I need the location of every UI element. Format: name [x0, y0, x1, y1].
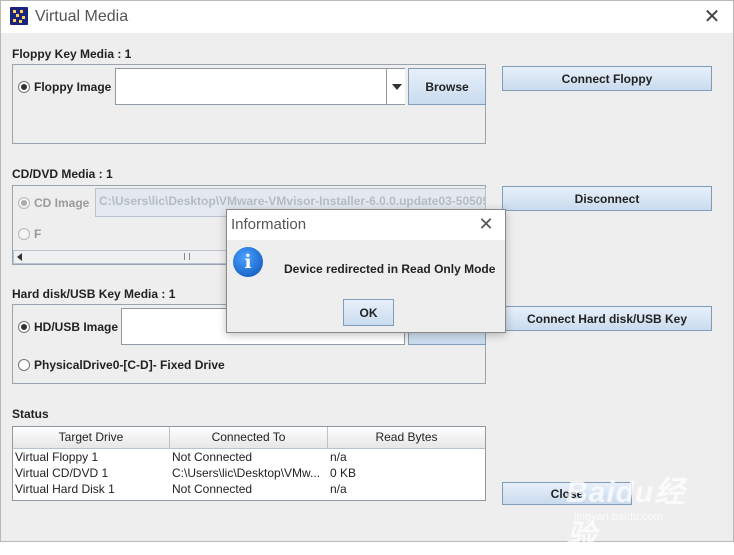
floppy-image-label: Floppy Image — [34, 80, 112, 94]
close-button[interactable]: Close — [502, 482, 632, 505]
scroll-left-arrow-icon[interactable] — [17, 253, 22, 261]
table-row-cell: Virtual CD/DVD 1 — [15, 466, 109, 480]
dialog-title-bar: Information ✕ — [227, 210, 505, 240]
dialog-message: Device redirected in Read Only Mode — [284, 262, 496, 276]
column-header-target-drive[interactable]: Target Drive — [13, 427, 170, 449]
floppy-image-radio[interactable] — [18, 81, 30, 93]
virtual-media-window: Virtual Media ✕ Floppy Key Media : 1 Flo… — [0, 0, 734, 553]
connect-floppy-button[interactable]: Connect Floppy — [502, 66, 712, 91]
information-dialog: Information ✕ i Device redirected in Rea… — [226, 209, 506, 333]
cd-image-radio[interactable] — [18, 197, 30, 209]
table-row-cell: Virtual Floppy 1 — [15, 450, 99, 464]
harddisk-section-label: Hard disk/USB Key Media : 1 — [12, 287, 176, 301]
dialog-title: Information — [231, 216, 307, 233]
column-header-connected-to[interactable]: Connected To — [170, 427, 328, 449]
cd-image-label: CD Image — [34, 196, 90, 210]
floppy-panel: Floppy Image Browse — [12, 64, 486, 144]
scroll-thumb[interactable] — [184, 253, 190, 260]
chevron-down-icon[interactable] — [386, 69, 405, 104]
table-row-cell: Not Connected — [172, 482, 253, 496]
second-drive-radio[interactable] — [18, 228, 30, 240]
info-icon: i — [233, 247, 263, 277]
hdusb-image-label: HD/USB Image — [34, 320, 119, 334]
floppy-section-label: Floppy Key Media : 1 — [12, 47, 132, 61]
second-drive-label: F — [34, 227, 42, 241]
floppy-image-combo[interactable] — [115, 68, 405, 105]
disconnect-button[interactable]: Disconnect — [502, 186, 712, 211]
table-row-cell: Not Connected — [172, 450, 253, 464]
physical-drive-label: PhysicalDrive0-[C-D]- Fixed Drive — [34, 358, 225, 372]
table-row-cell: n/a — [330, 482, 347, 496]
dialog-close-button[interactable]: ✕ — [476, 214, 496, 234]
connect-harddisk-button[interactable]: Connect Hard disk/USB Key — [502, 306, 712, 331]
ok-button[interactable]: OK — [343, 299, 394, 326]
close-icon: ✕ — [703, 6, 721, 28]
column-header-read-bytes[interactable]: Read Bytes — [328, 427, 485, 449]
title-bar: Virtual Media ✕ — [1, 1, 733, 33]
table-row-cell: 0 KB — [330, 466, 357, 480]
hdusb-image-radio[interactable] — [18, 321, 30, 333]
window-close-button[interactable]: ✕ — [701, 6, 723, 28]
physical-drive-radio[interactable] — [18, 359, 30, 371]
watermark-url: jingyan.baidu.com — [574, 511, 663, 523]
cdvd-section-label: CD/DVD Media : 1 — [12, 167, 113, 181]
close-icon: ✕ — [478, 214, 494, 234]
status-table: Target Drive Connected To Read Bytes Vir… — [12, 426, 486, 501]
app-logo-icon — [10, 7, 28, 25]
table-row-cell: n/a — [330, 450, 347, 464]
browse-button[interactable]: Browse — [408, 68, 486, 105]
status-section-label: Status — [12, 407, 49, 421]
table-row-cell: Virtual Hard Disk 1 — [15, 482, 115, 496]
window-title: Virtual Media — [35, 8, 129, 25]
table-row-cell: C:\Users\lic\Desktop\VMw... — [172, 466, 321, 480]
